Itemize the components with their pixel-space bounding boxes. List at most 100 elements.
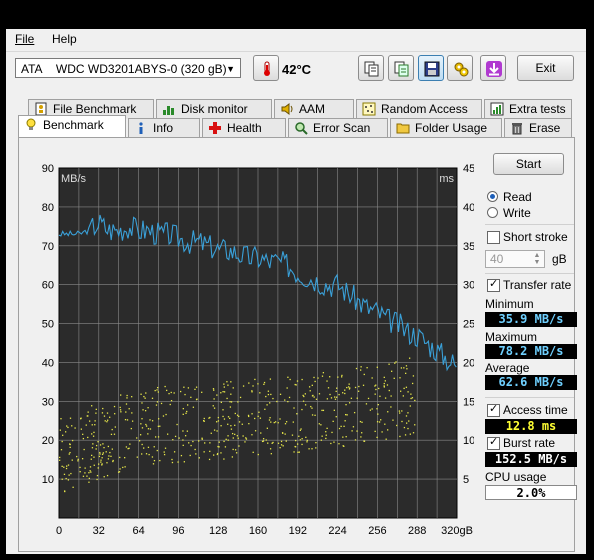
access-time-point — [407, 391, 409, 393]
access-time-point — [359, 420, 362, 423]
short-stroke-checkbox[interactable] — [487, 231, 500, 244]
access-time-point — [346, 414, 348, 416]
burst-rate-checkbox[interactable] — [487, 435, 500, 450]
access-time-point — [317, 377, 319, 379]
tab-error-scan[interactable]: Error Scan — [288, 118, 388, 138]
y-tick-label-left: 40 — [42, 357, 54, 369]
tab-extra-tests[interactable]: Extra tests — [484, 99, 572, 119]
drive-select[interactable]: ATA WDC WD3201ABYS-0 (320 gB) ▼ — [15, 58, 241, 78]
access-time-point — [174, 435, 177, 438]
access-time-point — [91, 433, 93, 435]
access-time-point — [304, 393, 306, 395]
tab-folder-usage-label: Folder Usage — [415, 121, 488, 135]
access-time-point — [252, 451, 254, 453]
access-time-point — [110, 455, 112, 458]
access-time-point — [265, 395, 267, 398]
access-time-point — [208, 417, 210, 419]
access-time-point — [140, 393, 142, 395]
access-time-point — [76, 455, 78, 458]
access-time-point — [64, 431, 67, 433]
access-time-point — [405, 422, 408, 424]
access-time-point — [287, 376, 289, 378]
average-label: Average — [485, 361, 530, 375]
access-time-point — [277, 422, 279, 424]
access-time-value: 12.8 ms — [485, 419, 577, 434]
exit-button[interactable]: Exit — [517, 55, 574, 81]
access-time-point — [245, 438, 248, 440]
access-time-point — [315, 447, 317, 449]
app-window: File Help ATA WDC WD3201ABYS-0 (320 gB) … — [6, 29, 586, 554]
menu-help[interactable]: Help — [52, 32, 77, 46]
access-time-checkbox[interactable] — [487, 402, 500, 417]
access-time-point — [326, 398, 329, 400]
tab-random-access[interactable]: Random Access — [356, 99, 482, 119]
start-button[interactable]: Start — [493, 153, 564, 175]
access-time-point — [87, 411, 89, 413]
menu-file[interactable]: File — [15, 32, 34, 46]
options-button[interactable] — [447, 55, 473, 81]
trash-icon — [512, 123, 522, 135]
access-time-point — [230, 381, 232, 383]
access-time-point — [285, 421, 288, 423]
access-time-point — [390, 395, 392, 397]
access-time-point — [344, 389, 346, 391]
tab-erase[interactable]: Erase — [504, 118, 572, 138]
access-time-point — [230, 401, 233, 403]
access-time-point — [346, 386, 348, 389]
tab-info[interactable]: Info — [128, 118, 200, 138]
access-time-point — [396, 424, 398, 427]
access-time-point — [378, 421, 381, 423]
access-time-point — [212, 388, 215, 390]
access-time-point — [156, 389, 158, 391]
temperature-value: 42 — [282, 62, 297, 77]
tab-folder-usage[interactable]: Folder Usage — [390, 118, 502, 138]
red-cross-icon — [209, 122, 221, 134]
access-time-point — [110, 433, 113, 436]
access-time-point — [131, 420, 134, 422]
access-time-label: Access time — [503, 403, 568, 417]
tab-health[interactable]: Health — [202, 118, 286, 138]
access-time-point — [96, 478, 98, 481]
access-time-point — [322, 409, 325, 412]
access-time-point — [232, 448, 234, 451]
temperature-button[interactable] — [253, 55, 279, 81]
tab-disk-monitor[interactable]: Disk monitor — [156, 99, 272, 119]
access-time-point — [335, 416, 337, 418]
access-time-point — [405, 386, 408, 388]
access-time-point — [284, 399, 286, 401]
access-time-point — [194, 388, 196, 390]
access-time-point — [216, 430, 218, 432]
access-time-point — [107, 419, 109, 421]
update-button[interactable] — [480, 55, 506, 81]
access-time-point — [80, 428, 83, 430]
copy-text-button[interactable] — [388, 55, 414, 81]
transfer-rate-checkbox[interactable] — [487, 277, 500, 292]
access-time-point — [151, 397, 154, 399]
tab-benchmark[interactable]: Benchmark — [18, 115, 126, 138]
access-time-point — [270, 453, 272, 455]
access-time-point — [329, 393, 331, 396]
access-time-point — [185, 412, 187, 414]
copy-button[interactable] — [358, 55, 384, 81]
access-time-point — [354, 439, 357, 441]
access-time-point — [66, 425, 68, 427]
access-time-point — [301, 438, 303, 440]
access-time-point — [351, 430, 353, 432]
access-time-point — [147, 446, 150, 448]
short-stroke-input[interactable]: 40 ▲ ▼ — [485, 250, 545, 268]
access-time-point — [248, 415, 250, 418]
access-time-point — [318, 423, 320, 425]
y-tick-label-left: 70 — [42, 241, 54, 253]
access-time-point — [259, 417, 262, 419]
spinner-arrows-icon[interactable]: ▲ ▼ — [531, 252, 543, 266]
access-time-point — [125, 446, 128, 448]
access-time-point — [311, 384, 313, 386]
access-time-point — [95, 412, 97, 414]
access-time-point — [267, 442, 269, 444]
save-button[interactable] — [418, 55, 444, 81]
access-time-point — [100, 461, 102, 463]
tab-aam[interactable]: AAM — [274, 99, 354, 119]
access-time-point — [383, 376, 385, 379]
access-time-point — [260, 432, 262, 434]
access-time-point — [125, 411, 127, 413]
